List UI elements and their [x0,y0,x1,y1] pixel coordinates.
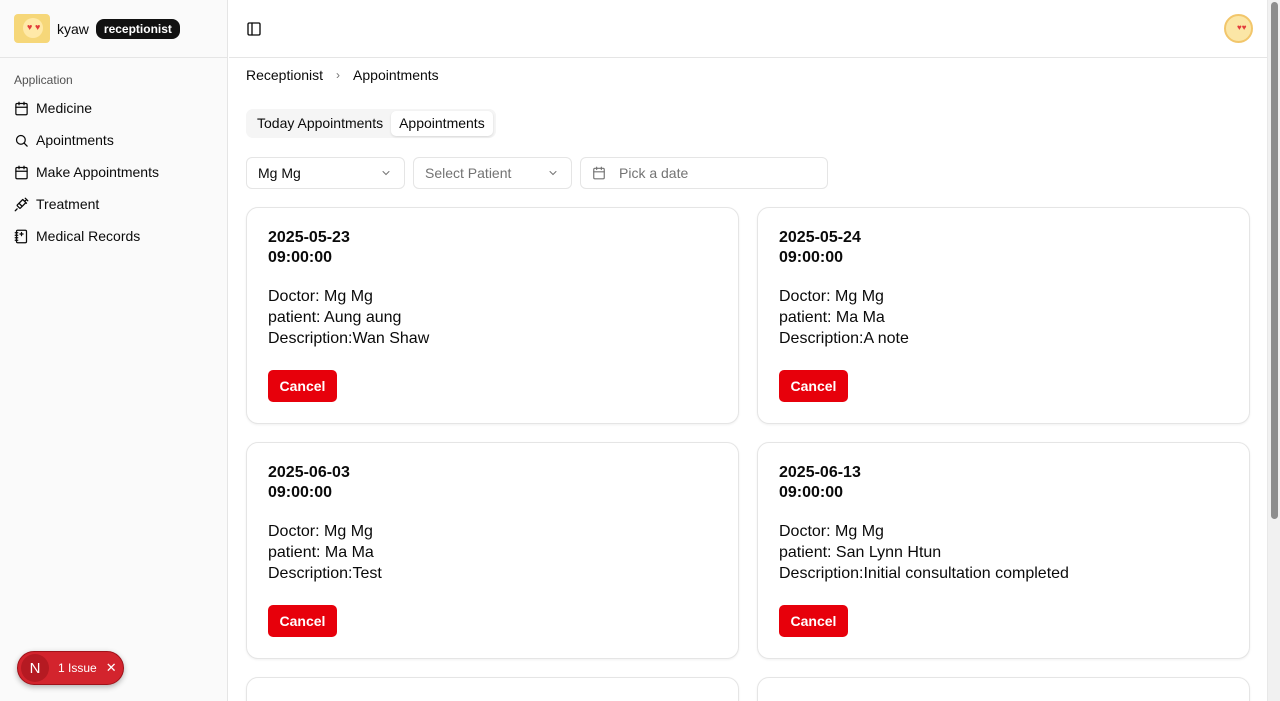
appointment-doctor: Doctor: Mg Mg [779,288,884,305]
calendar-icon [15,165,28,179]
topbar: ♥♥ [229,0,1267,58]
appointment-description: Description:A note [779,330,909,347]
role-badge: receptionist [95,18,180,39]
date-picker[interactable]: Pick a date [580,157,828,189]
appointment-patient: patient: San Lynn Htun [779,544,942,561]
chevron-down-icon [549,171,557,176]
appointment-time: 09:00:00 [268,484,333,501]
cancel-button[interactable]: Cancel [268,370,337,402]
search-icon [15,134,28,147]
avatar[interactable]: ♥♥ [1224,14,1253,43]
appointment-description: Description:Initial consultation complet… [779,565,1069,582]
doctor-select[interactable]: Mg Mg [246,157,405,189]
sidebar-item-label: Treatment [36,196,100,212]
cancel-button[interactable]: Cancel [779,605,848,637]
notebook-icon [14,229,28,243]
appointment-doctor: Doctor: Mg Mg [779,523,884,540]
patient-select-placeholder: Select Patient [425,165,512,181]
next-logo-icon: N [21,654,49,682]
syringe-icon [14,197,29,211]
issue-badge[interactable]: N 1 Issue ✕ [17,651,124,685]
tab-appointments[interactable]: Appointments [391,111,493,136]
sidebar-item-medical-records[interactable]: Medical Records [6,220,220,252]
appointment-patient: patient: Ma Ma [779,309,885,326]
appointment-date: 2025-05-23 [268,229,350,246]
cancel-button[interactable]: Cancel [268,605,337,637]
appointment-card: 2025-06-13 09:00:00 Doctor: Mg Mg patien… [757,442,1250,659]
sidebar-item-medicine[interactable]: Medicine [6,92,220,124]
appointment-date: 2025-05-24 [779,229,861,246]
scrollbar-thumb[interactable] [1271,2,1278,519]
sidebar-item-label: Medicine [36,100,93,116]
chevron-right-icon: › [336,68,341,82]
username: kyaw [57,20,89,37]
app-logo: ♥ ♥ [14,14,50,43]
scrollbar[interactable] [1267,0,1280,701]
date-picker-placeholder: Pick a date [619,165,689,181]
sidebar-item-label: Medical Records [36,228,141,244]
appointment-description: Description:Wan Shaw [268,330,430,347]
appointment-date: 2025-06-03 [268,464,350,481]
appointment-patient: patient: Ma Ma [268,544,374,561]
sidebar-header: ♥ ♥ kyaw receptionist [0,0,227,58]
cancel-button[interactable]: Cancel [779,370,848,402]
breadcrumb: Receptionist › Appointments [246,67,439,83]
close-icon[interactable]: ✕ [106,660,117,676]
calendar-icon [593,166,605,180]
main-content: ♥♥ Receptionist › Appointments Today App… [229,0,1267,701]
patient-select[interactable]: Select Patient [413,157,572,189]
sidebar-item-label: Apointments [36,132,114,148]
sidebar-item-apointments[interactable]: Apointments [6,124,220,156]
tab-today-appointments[interactable]: Today Appointments [249,111,391,136]
appointment-card: 2025-05-24 09:00:00 Doctor: Mg Mg patien… [757,207,1250,424]
appointment-card-partial [246,677,739,701]
appointment-doctor: Doctor: Mg Mg [268,523,373,540]
breadcrumb-parent[interactable]: Receptionist [246,67,323,83]
sidebar-nav: Medicine Apointments Make Appointments T… [6,92,220,252]
tab-list: Today Appointments Appointments [246,109,496,138]
appointment-card: 2025-05-23 09:00:00 Doctor: Mg Mg patien… [246,207,739,424]
chevron-down-icon [382,171,390,176]
issue-count: 1 Issue [58,661,97,675]
sidebar: ♥ ♥ kyaw receptionist Application Medici… [0,0,228,701]
sidebar-item-treatment[interactable]: Treatment [6,188,220,220]
appointment-time: 09:00:00 [779,249,844,266]
appointment-card-partial [757,677,1250,701]
appointment-date: 2025-06-13 [779,464,861,481]
sidebar-item-label: Make Appointments [36,164,159,180]
breadcrumb-current: Appointments [353,67,439,83]
sidebar-group-label: Application [14,73,73,87]
appointment-time: 09:00:00 [779,484,844,501]
doctor-select-value: Mg Mg [258,165,301,181]
appointment-time: 09:00:00 [268,249,333,266]
sidebar-item-make-appointments[interactable]: Make Appointments [6,156,220,188]
sidebar-toggle-icon[interactable] [246,21,262,37]
appointment-doctor: Doctor: Mg Mg [268,288,373,305]
appointment-card: 2025-06-03 09:00:00 Doctor: Mg Mg patien… [246,442,739,659]
appointment-description: Description:Test [268,565,382,582]
calendar-icon [15,101,28,115]
appointment-patient: patient: Aung aung [268,309,402,326]
